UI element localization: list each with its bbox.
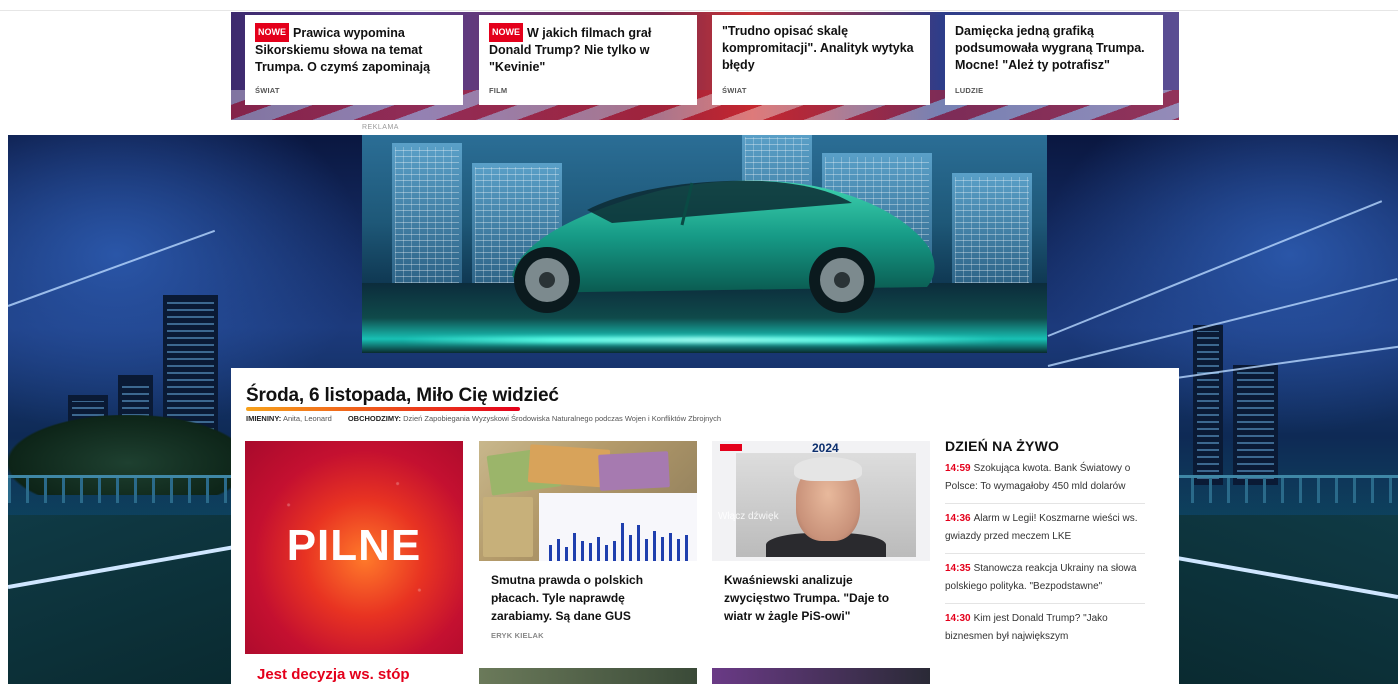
article-video-thumbnail[interactable]: 2024 Włącz dźwięk — [712, 441, 930, 561]
live-item-time: 14:35 — [945, 563, 971, 574]
top-article-category[interactable]: ŚWIAT — [722, 86, 747, 95]
content-panel: Środa, 6 listopada, Miło Cię widzieć IMI… — [231, 368, 1179, 684]
top-divider — [0, 10, 1398, 11]
live-item-time: 14:59 — [945, 463, 971, 474]
top-article-category[interactable]: FILM — [489, 86, 507, 95]
live-feed-item[interactable]: 14:36 Alarm w Legii! Koszmarne wieści ws.… — [945, 504, 1145, 554]
article-image — [479, 441, 697, 561]
top-article-card[interactable]: NOWE W jakich filmach grał Donald Trump? … — [479, 15, 697, 105]
namedays-label: IMIENINY: — [246, 414, 282, 423]
live-feed-item[interactable]: 14:59 Szokująca kwota. Bank Światowy o Po… — [945, 454, 1145, 504]
article-author[interactable]: ERYK KIELAK — [479, 625, 697, 640]
holiday-label: OBCHODZIMY: — [347, 414, 402, 423]
page: { "top_articles": [ {"badge": "NOWE", "t… — [0, 0, 1398, 684]
top-article-title: "Trudno opisać skalę kompromitacji". Ana… — [722, 24, 914, 72]
top-article-card[interactable]: Damięcka jedną grafiką podsumowała wygra… — [945, 15, 1163, 105]
live-feed-item[interactable]: 14:30 Kim jest Donald Trump? "Jako biznes… — [945, 604, 1145, 653]
namedays-value: Anita, Leonard — [282, 414, 332, 423]
greeting-underline — [246, 407, 520, 411]
top-article-card[interactable]: NOWE Prawica wypomina Sikorskiemu słowa n… — [245, 15, 463, 105]
live-item-text: Szokująca kwota. Bank Światowy o Polsce:… — [945, 463, 1131, 492]
top-article-title: Damięcka jedną grafiką podsumowała wygra… — [955, 24, 1145, 72]
live-item-text: Stanowcza reakcja Ukrainy na słowa polsk… — [945, 563, 1137, 592]
live-feed-header: DZIEŃ NA ŻYWO — [945, 438, 1060, 454]
date-greeting: Środa, 6 listopada, Miło Cię widzieć — [246, 385, 559, 406]
car-advertisement[interactable] — [362, 135, 1047, 353]
live-item-text: Alarm w Legii! Koszmarne wieści ws. gwia… — [945, 513, 1138, 542]
breaking-news-title[interactable]: Jest decyzja ws. stóp — [245, 654, 463, 684]
live-feed: DZIEŃ NA ŻYWO 14:59 Szokująca kwota. Bank… — [945, 438, 1145, 653]
breaking-label: PILNE — [286, 521, 422, 570]
holiday-value: Dzień Zapobiegania Wyzyskowi Środowiska … — [403, 414, 722, 423]
ad-label: REKLAMA — [362, 124, 399, 131]
article-title[interactable]: Kwaśniewski analizuje zwycięstwo Trumpa.… — [712, 561, 930, 625]
new-badge: NOWE — [489, 23, 523, 42]
article-image-preview[interactable] — [479, 668, 697, 684]
top-article-category[interactable]: LUDZIE — [955, 86, 983, 95]
namedays-line: IMIENINY: Anita, Leonard OBCHODZIMY: Dzi… — [246, 414, 721, 423]
top-article-category[interactable]: ŚWIAT — [255, 86, 280, 95]
article-card[interactable]: Smutna prawda o polskich płacach. Tyle n… — [479, 441, 697, 640]
car-illustration — [512, 180, 935, 313]
live-item-time: 14:36 — [945, 513, 971, 524]
unmute-label[interactable]: Włącz dźwięk — [718, 511, 779, 522]
top-article-card[interactable]: "Trudno opisać skalę kompromitacji". Ana… — [712, 15, 930, 105]
new-badge: NOWE — [255, 23, 289, 42]
article-title[interactable]: Smutna prawda o polskich płacach. Tyle n… — [479, 561, 697, 625]
top-article-title: NOWE Prawica wypomina Sikorskiemu słowa n… — [255, 23, 453, 76]
article-card[interactable]: 2024 Włącz dźwięk Kwaśniewski analizuje … — [712, 441, 930, 625]
article-image-preview[interactable] — [712, 668, 930, 684]
live-item-time: 14:30 — [945, 613, 971, 624]
live-feed-item[interactable]: 14:35 Stanowcza reakcja Ukrainy na słowa … — [945, 554, 1145, 604]
breaking-news-card[interactable]: PILNE — [245, 441, 463, 654]
top-article-title: NOWE W jakich filmach grał Donald Trump? … — [489, 23, 687, 76]
